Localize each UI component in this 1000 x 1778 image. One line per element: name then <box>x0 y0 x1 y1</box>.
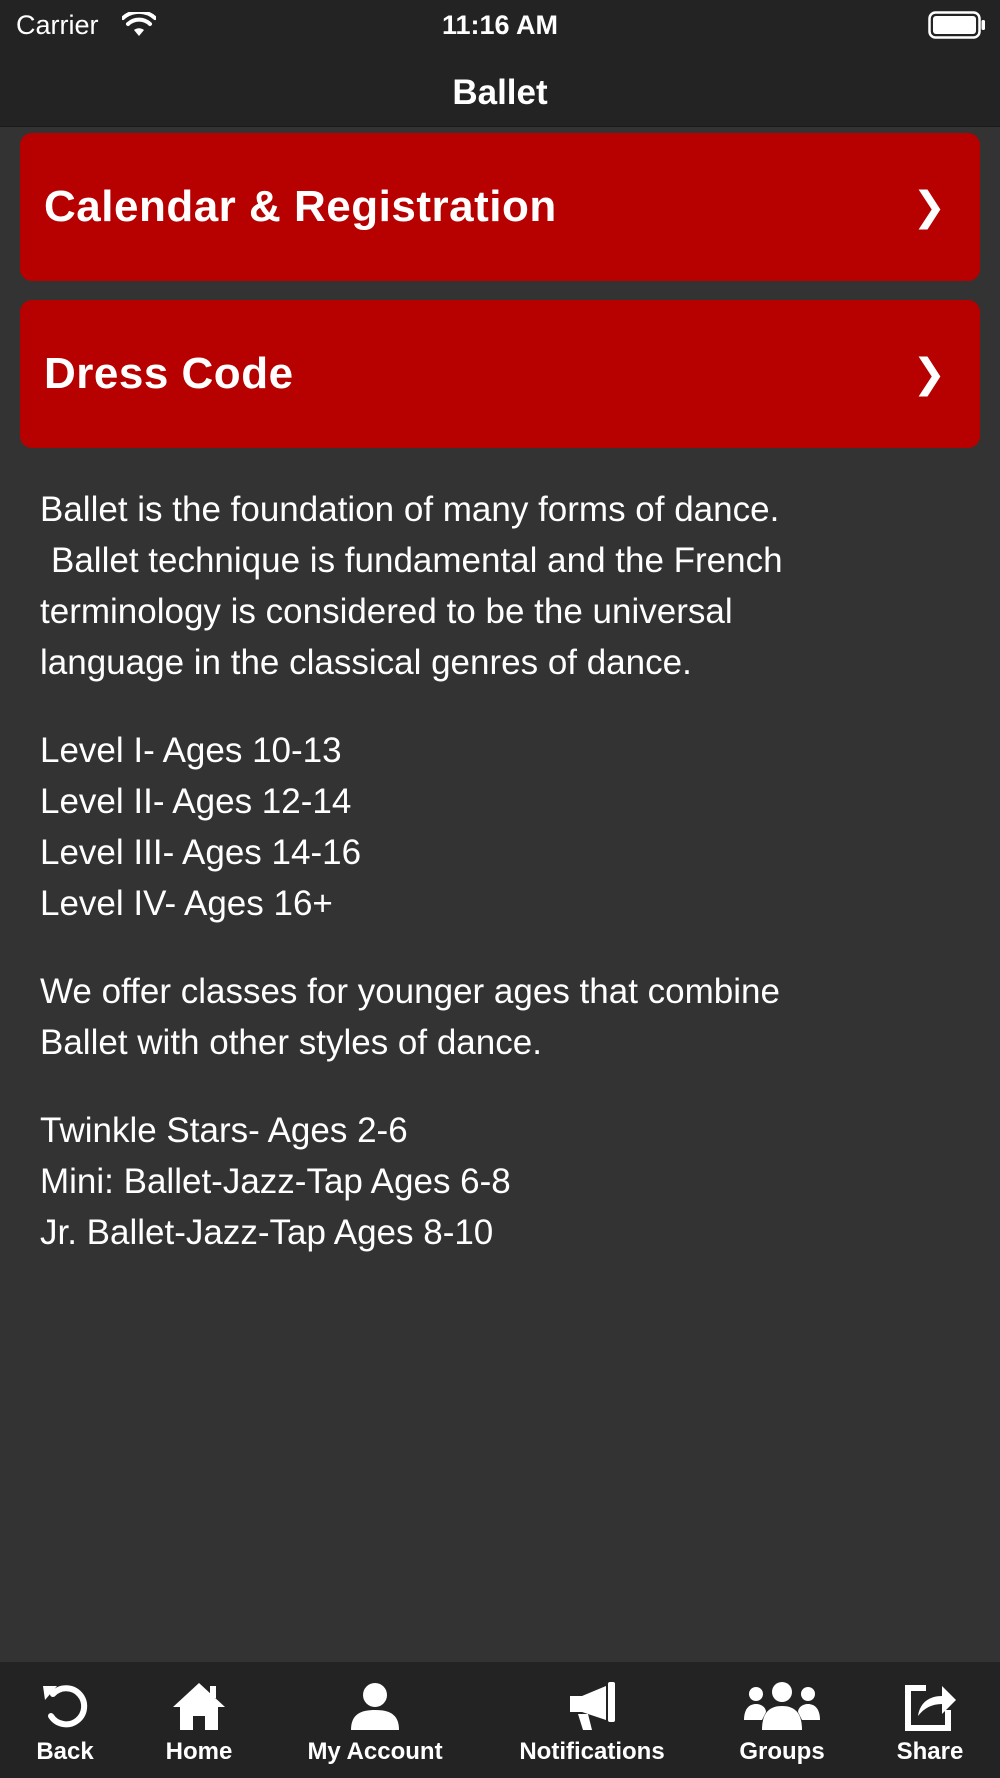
level-item: Level II- Ages 12-14 <box>40 782 352 821</box>
text-line: We offer classes for younger ages that c… <box>40 972 780 1011</box>
calendar-registration-label: Calendar & Registration <box>44 182 557 231</box>
class-item: Mini: Ballet-Jazz-Tap Ages 6-8 <box>40 1162 511 1201</box>
tab-groups[interactable]: Groups <box>730 1662 834 1778</box>
back-arrow-icon <box>43 1685 88 1728</box>
text-line: Ballet is the foundation of many forms o… <box>40 490 780 529</box>
status-time: 11:16 AM <box>441 10 559 40</box>
battery-icon <box>928 11 985 39</box>
tab-label: Home <box>165 1738 233 1765</box>
group-icon <box>744 1682 820 1730</box>
level-item: Level IV- Ages 16+ <box>40 884 333 923</box>
text-line: terminology is considered to be the univ… <box>40 592 733 631</box>
tab-back[interactable]: Back <box>18 1662 112 1778</box>
megaphone-icon <box>570 1682 615 1730</box>
text-line: Ballet with other styles of dance. <box>40 1023 542 1062</box>
bottom-tab-bar: Back Home My Account Notifications Group… <box>0 1662 1000 1778</box>
class-item: Twinkle Stars- Ages 2-6 <box>40 1111 408 1150</box>
user-icon <box>351 1683 399 1730</box>
dress-code-label: Dress Code <box>44 349 294 398</box>
tab-label: Notifications <box>519 1738 665 1765</box>
calendar-registration-button[interactable]: Calendar & Registration ❯ <box>20 133 980 281</box>
younger-ages-paragraph: We offer classes for younger ages that c… <box>40 966 970 1068</box>
tab-home[interactable]: Home <box>148 1662 250 1778</box>
classes-list: Twinkle Stars- Ages 2-6 Mini: Ballet-Jaz… <box>40 1105 970 1258</box>
tab-share[interactable]: Share <box>880 1662 980 1778</box>
chevron-right-icon: ❯ <box>912 351 946 397</box>
tab-label: Groups <box>739 1738 825 1765</box>
intro-paragraph: Ballet is the foundation of many forms o… <box>40 484 970 688</box>
tab-label: My Account <box>307 1738 443 1765</box>
share-icon <box>905 1685 956 1731</box>
description-content: Ballet is the foundation of many forms o… <box>40 484 970 1295</box>
dress-code-button[interactable]: Dress Code ❯ <box>20 300 980 448</box>
tab-my-account[interactable]: My Account <box>300 1662 450 1778</box>
text-line: language in the classical genres of danc… <box>40 643 692 682</box>
chevron-right-icon: ❯ <box>912 184 946 230</box>
tab-notifications[interactable]: Notifications <box>514 1662 670 1778</box>
level-item: Level I- Ages 10-13 <box>40 731 342 770</box>
navigation-bar: Ballet <box>0 52 1000 127</box>
tab-label: Back <box>36 1738 94 1765</box>
levels-list: Level I- Ages 10-13 Level II- Ages 12-14… <box>40 725 970 929</box>
page-title: Ballet <box>452 73 548 112</box>
home-icon <box>173 1683 225 1730</box>
status-bar: Carrier 11:16 AM <box>0 0 1000 52</box>
text-line: Ballet technique is fundamental and the … <box>51 541 783 580</box>
class-item: Jr. Ballet-Jazz-Tap Ages 8-10 <box>40 1213 494 1252</box>
level-item: Level III- Ages 14-16 <box>40 833 362 872</box>
tab-label: Share <box>896 1738 964 1765</box>
